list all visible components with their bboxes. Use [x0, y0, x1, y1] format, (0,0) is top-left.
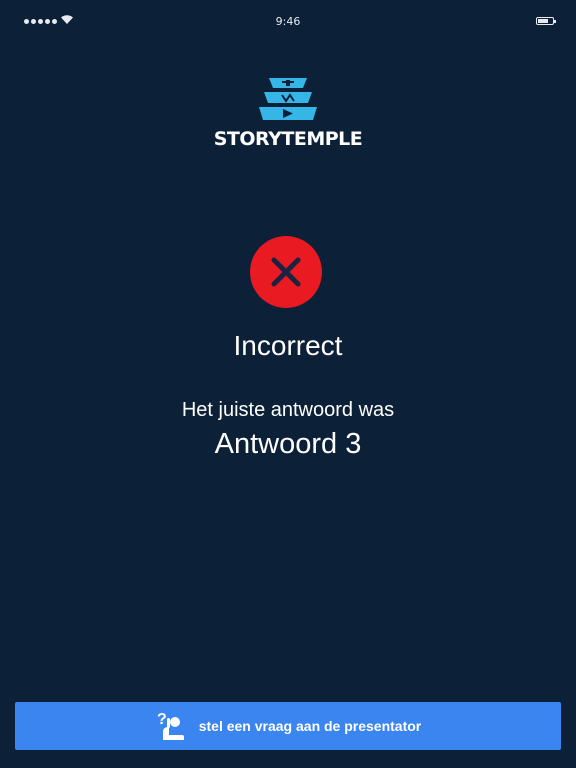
ask-presenter-label: stel een vraag aan de presentator: [198, 718, 422, 734]
svg-text:?: ?: [157, 711, 167, 728]
raise-hand-question-icon: ?: [157, 711, 184, 740]
temple-logo-icon: [259, 78, 317, 120]
incorrect-result-badge: [250, 236, 322, 308]
status-time: 9:46: [275, 15, 301, 28]
status-bar: 9:46: [0, 0, 576, 28]
logo-text: STORYTEMPLE: [213, 128, 363, 150]
ask-presenter-button[interactable]: ? stel een vraag aan de presentator: [15, 702, 561, 750]
close-icon: [271, 257, 301, 287]
correct-answer-label: Het juiste antwoord was: [181, 399, 395, 421]
app-logo: STORYTEMPLE: [0, 76, 576, 150]
battery-icon: [536, 17, 556, 25]
result-title: Incorrect: [233, 330, 343, 361]
correct-answer-value: Antwoord 3: [214, 428, 362, 460]
